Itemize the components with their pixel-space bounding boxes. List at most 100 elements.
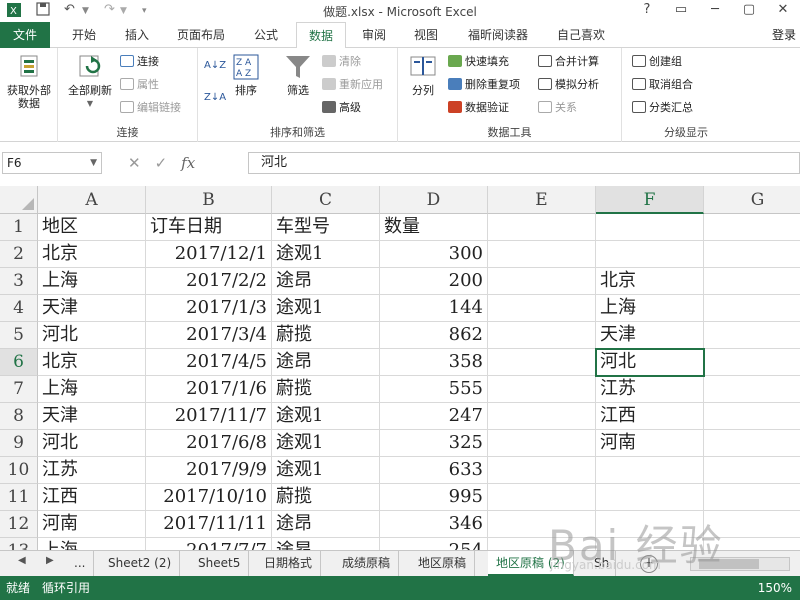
cell-g9[interactable] <box>704 430 800 457</box>
cell-c2[interactable]: 途观1 <box>272 241 380 268</box>
clear-button[interactable]: 清除 <box>322 54 361 70</box>
cell-f10[interactable] <box>596 457 704 484</box>
scrollbar-thumb[interactable] <box>699 559 759 569</box>
insert-function-icon[interactable]: fx <box>181 152 195 174</box>
get-external-data-button[interactable]: 获取外部数据 <box>2 52 56 110</box>
row-header-11[interactable]: 11 <box>0 484 38 511</box>
cell-b9[interactable]: 2017/6/8 <box>146 430 272 457</box>
tab-review[interactable]: 审阅 <box>350 22 398 48</box>
cell-b11[interactable]: 2017/10/10 <box>146 484 272 511</box>
cell-g2[interactable] <box>704 241 800 268</box>
cell-a2[interactable]: 北京 <box>38 241 146 268</box>
refresh-dropdown-icon[interactable]: ▼ <box>64 97 116 110</box>
row-header-6[interactable]: 6 <box>0 349 38 376</box>
cell-d1[interactable]: 数量 <box>380 214 488 241</box>
column-header-f[interactable]: F <box>596 186 704 214</box>
edit-links-button[interactable]: 编辑链接 <box>120 100 181 116</box>
cell-e3[interactable] <box>488 268 596 295</box>
cell-f13[interactable] <box>596 538 704 550</box>
cell-f9[interactable]: 河南 <box>596 430 704 457</box>
cell-f11[interactable] <box>596 484 704 511</box>
maximize-icon[interactable]: ▢ <box>732 0 766 22</box>
cell-d9[interactable]: 325 <box>380 430 488 457</box>
cell-f5[interactable]: 天津 <box>596 322 704 349</box>
sheet-next-icon[interactable]: ▶ <box>46 555 54 566</box>
ungroup-button[interactable]: 取消组合 <box>632 77 693 93</box>
cell-g5[interactable] <box>704 322 800 349</box>
cell-e1[interactable] <box>488 214 596 241</box>
tab-custom[interactable]: 自己喜欢 <box>546 22 616 48</box>
sheet-tab[interactable]: Sheet2 (2) <box>100 551 181 576</box>
flash-fill-button[interactable]: 快速填充 <box>448 54 509 70</box>
relationships-button[interactable]: 关系 <box>538 100 577 116</box>
row-header-2[interactable]: 2 <box>0 241 38 268</box>
cell-e10[interactable] <box>488 457 596 484</box>
cell-g12[interactable] <box>704 511 800 538</box>
consolidate-button[interactable]: 合并计算 <box>538 54 599 70</box>
row-header-5[interactable]: 5 <box>0 322 38 349</box>
tab-home[interactable]: 开始 <box>58 22 110 48</box>
cell-c9[interactable]: 途观1 <box>272 430 380 457</box>
row-header-3[interactable]: 3 <box>0 268 38 295</box>
cell-a1[interactable]: 地区 <box>38 214 146 241</box>
cell-a8[interactable]: 天津 <box>38 403 146 430</box>
cell-f6[interactable]: 河北 <box>595 348 705 377</box>
cell-c10[interactable]: 途观1 <box>272 457 380 484</box>
connections-button[interactable]: 连接 <box>120 54 159 70</box>
enter-icon[interactable]: ✓ <box>155 152 168 174</box>
column-header-b[interactable]: B <box>146 186 272 214</box>
ribbon-display-icon[interactable]: ▭ <box>664 0 698 22</box>
cell-g4[interactable] <box>704 295 800 322</box>
cell-b5[interactable]: 2017/3/4 <box>146 322 272 349</box>
cell-a7[interactable]: 上海 <box>38 376 146 403</box>
reapply-button[interactable]: 重新应用 <box>322 77 383 93</box>
column-header-d[interactable]: D <box>380 186 488 214</box>
cell-b3[interactable]: 2017/2/2 <box>146 268 272 295</box>
sort-button[interactable]: Z A A Z 排序 <box>228 52 264 97</box>
row-header-10[interactable]: 10 <box>0 457 38 484</box>
cell-d4[interactable]: 144 <box>380 295 488 322</box>
tab-data[interactable]: 数据 <box>296 22 346 49</box>
cell-g11[interactable] <box>704 484 800 511</box>
cell-a4[interactable]: 天津 <box>38 295 146 322</box>
cell-c8[interactable]: 途观1 <box>272 403 380 430</box>
minimize-icon[interactable]: ─ <box>698 0 732 22</box>
cell-c1[interactable]: 车型号 <box>272 214 380 241</box>
data-validation-button[interactable]: 数据验证 <box>448 100 509 116</box>
login-link[interactable]: 登录 <box>772 22 796 48</box>
cell-c3[interactable]: 途昂 <box>272 268 380 295</box>
cancel-icon[interactable]: ✕ <box>128 152 141 174</box>
cell-e9[interactable] <box>488 430 596 457</box>
cell-c11[interactable]: 蔚揽 <box>272 484 380 511</box>
cell-e13[interactable] <box>488 538 596 550</box>
cell-c12[interactable]: 途昂 <box>272 511 380 538</box>
column-header-e[interactable]: E <box>488 186 596 214</box>
column-header-c[interactable]: C <box>272 186 380 214</box>
name-box[interactable]: F6 ▼ <box>2 152 102 174</box>
properties-button[interactable]: 属性 <box>120 77 159 93</box>
cell-c13[interactable]: 途昂 <box>272 538 380 550</box>
cell-g3[interactable] <box>704 268 800 295</box>
remove-duplicates-button[interactable]: 删除重复项 <box>448 77 520 93</box>
sheet-tab-active[interactable]: 地区原稿 (2) <box>488 551 574 576</box>
cell-g10[interactable] <box>704 457 800 484</box>
select-all-button[interactable] <box>0 186 38 214</box>
cell-d12[interactable]: 346 <box>380 511 488 538</box>
cell-d13[interactable]: 254 <box>380 538 488 550</box>
cell-g13[interactable] <box>704 538 800 550</box>
cell-a13[interactable]: 上海 <box>38 538 146 550</box>
cell-d5[interactable]: 862 <box>380 322 488 349</box>
cell-b13[interactable]: 2017/7/7 <box>146 538 272 550</box>
group-button[interactable]: 创建组 <box>632 54 682 70</box>
sheet-tab[interactable]: Sh <box>586 551 616 576</box>
what-if-button[interactable]: 模拟分析 <box>538 77 599 93</box>
sheet-tab[interactable]: 成绩原稿 <box>334 551 400 576</box>
cell-f3[interactable]: 北京 <box>596 268 704 295</box>
cell-b10[interactable]: 2017/9/9 <box>146 457 272 484</box>
row-header-9[interactable]: 9 <box>0 430 38 457</box>
tab-insert[interactable]: 插入 <box>112 22 162 48</box>
cell-e4[interactable] <box>488 295 596 322</box>
cell-e8[interactable] <box>488 403 596 430</box>
cell-a10[interactable]: 江苏 <box>38 457 146 484</box>
cell-f1[interactable] <box>596 214 704 241</box>
